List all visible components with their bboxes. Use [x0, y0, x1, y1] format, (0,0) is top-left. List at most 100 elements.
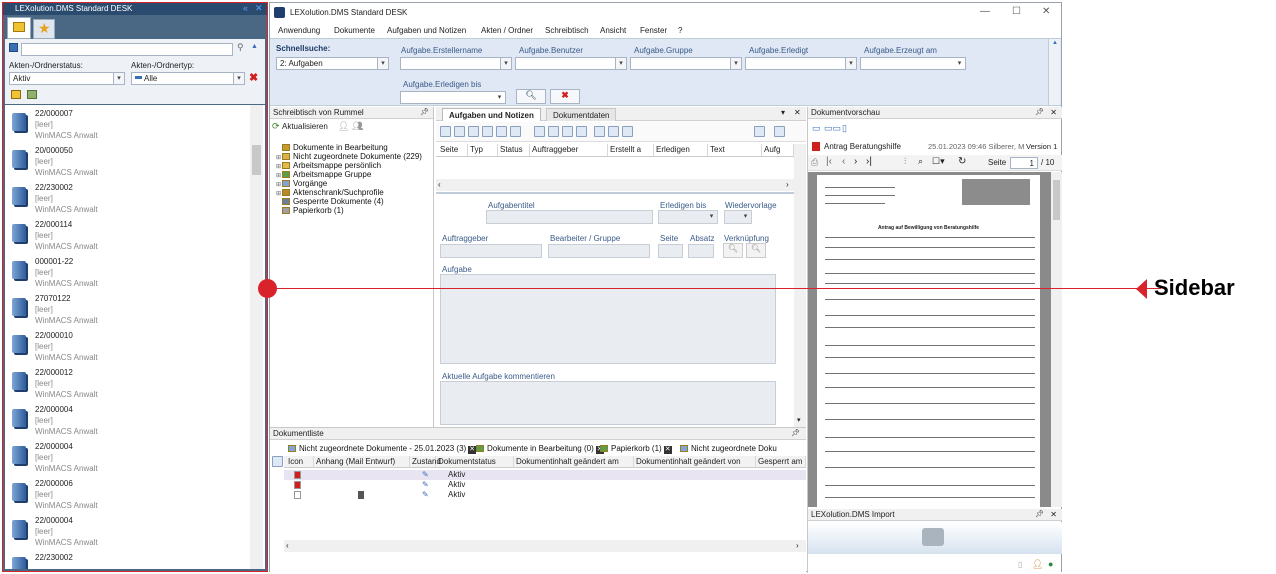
close-icon[interactable]: ✕	[255, 3, 263, 14]
splitter[interactable]	[436, 192, 794, 194]
user-group-icon[interactable]: 👥︎	[352, 121, 363, 132]
refresh-icon[interactable]: ⟳	[272, 121, 280, 132]
comment-textarea[interactable]	[440, 381, 776, 425]
tree-item[interactable]: ⊞ Aktenschrank/Suchprofile	[276, 188, 384, 197]
page-input[interactable]: 1	[1010, 157, 1038, 169]
done-select[interactable]: ▾	[745, 57, 857, 70]
save-icon[interactable]	[9, 43, 18, 52]
dropdown-icon[interactable]: ▾	[781, 108, 785, 117]
tab-tasks[interactable]: Aufgaben und Notizen	[442, 108, 541, 121]
close-icon[interactable]: ✕	[1050, 107, 1057, 119]
column-header[interactable]: Auftraggeber	[530, 144, 608, 156]
doclist-tab[interactable]: Papierkorb (1) ✕	[600, 443, 672, 455]
cut-icon[interactable]	[534, 126, 545, 137]
print-icon[interactable]: ⎙	[811, 157, 818, 168]
pin-icon[interactable]: 📌︎	[1035, 509, 1044, 521]
refresh-folder-icon[interactable]	[27, 90, 37, 99]
list-item[interactable]: 22/000007 [leer] WinMACS Anwalt	[5, 107, 260, 144]
scroll-left-icon[interactable]: ‹	[286, 541, 289, 550]
first-page-icon[interactable]: |‹	[826, 156, 832, 167]
column-header[interactable]: Zustand	[410, 456, 441, 468]
pin-icon[interactable]: 📌︎	[791, 428, 800, 440]
tree-item[interactable]: Gesperrte Dokumente (4)	[276, 197, 384, 206]
scroll-left-icon[interactable]: ‹	[438, 180, 441, 189]
type-select[interactable]: Alle ▾	[131, 72, 245, 85]
client-input[interactable]	[440, 244, 542, 258]
status-select[interactable]: Aktiv ▾	[9, 72, 125, 85]
import-dropzone[interactable]	[808, 522, 1062, 554]
scroll-right-icon[interactable]: ›	[786, 180, 789, 189]
tree-item[interactable]: Dokumente in Bearbeitung	[276, 143, 388, 152]
list-item[interactable]: 22/230002 [leer] WinMACS Anwalt	[5, 181, 260, 218]
edit-icon[interactable]: ✎	[422, 490, 429, 500]
column-header[interactable]: Erstellt a	[608, 144, 654, 156]
last-page-icon[interactable]: ›|	[866, 156, 872, 167]
globe-icon[interactable]: ●	[1048, 559, 1053, 569]
search-button[interactable]: 🔍︎	[516, 89, 546, 104]
table-row[interactable]: ✎ Aktiv	[284, 480, 806, 490]
fit-icon[interactable]: ☐▾	[932, 156, 945, 167]
menu-item[interactable]: Anwendung	[278, 26, 320, 35]
menu-item[interactable]: Dokumente	[334, 26, 375, 35]
menu-item[interactable]: ?	[678, 26, 682, 35]
due-date-input[interactable]: ▾	[400, 91, 506, 104]
tab-favorites[interactable]: ★	[33, 19, 55, 39]
close-button[interactable]: ✕	[1042, 6, 1050, 17]
export-icon[interactable]	[754, 126, 765, 137]
tree-item[interactable]: Papierkorb (1)	[276, 206, 344, 215]
menu-item[interactable]: Aufgaben und Notizen	[387, 26, 466, 35]
table-icon[interactable]	[576, 126, 587, 137]
tree-item[interactable]: ⊞ Nicht zugeordnete Dokumente (229)	[276, 152, 422, 161]
quicksearch-select[interactable]: 2: Aufgaben ▾	[276, 57, 389, 70]
column-header[interactable]: Text	[708, 144, 762, 156]
undo-icon[interactable]	[608, 126, 619, 137]
check-edit-icon[interactable]	[454, 126, 465, 137]
scroll-right-icon[interactable]: ›	[796, 541, 799, 550]
user-status-icon[interactable]: 👤︎	[1032, 559, 1043, 570]
list-item[interactable]: 22/000114 [leer] WinMACS Anwalt	[5, 218, 260, 255]
close-tab-icon[interactable]: ✕	[663, 446, 672, 454]
page-view-icon[interactable]: ▭	[812, 123, 821, 134]
due-input[interactable]: ▾	[658, 210, 718, 224]
resubmit-input[interactable]: ▾	[724, 210, 752, 224]
clear-filter-icon[interactable]: ✖	[249, 71, 258, 84]
search-options-icon[interactable]: ⚲	[237, 42, 244, 53]
tasks-vscrollbar[interactable]: ▾	[794, 144, 806, 427]
list-item[interactable]: 22/000004 [leer] WinMACS Anwalt	[5, 440, 260, 477]
task-title-input[interactable]	[486, 210, 653, 224]
sidebar-search-input[interactable]	[21, 43, 233, 56]
tab-folders[interactable]	[7, 17, 31, 39]
preview-vscrollbar[interactable]	[1051, 172, 1062, 507]
collapse-up-icon[interactable]: ▲	[1052, 40, 1058, 46]
creator-select[interactable]: ▾	[400, 57, 512, 70]
scrollbar-thumb[interactable]	[252, 145, 261, 175]
menu-item[interactable]: Akten / Ordner	[481, 26, 533, 35]
save-icon[interactable]	[594, 126, 605, 137]
column-header[interactable]: Aufg	[762, 144, 794, 156]
menu-item[interactable]: Schreibtisch	[545, 26, 589, 35]
list-item[interactable]: 22/000004 [leer] WinMACS Anwalt	[5, 514, 260, 551]
tree-item[interactable]: ⊞ Arbeitsmappe persönlich	[276, 161, 381, 170]
list-item[interactable]: 22/000004 [leer] WinMACS Anwalt	[5, 403, 260, 440]
edit-icon[interactable]: ✎	[422, 480, 429, 490]
column-header[interactable]: Dokumentinhalt geändert von	[634, 456, 756, 468]
paragraph-input[interactable]	[688, 244, 714, 258]
scrollbar-thumb[interactable]	[1053, 180, 1060, 220]
doclist-tab[interactable]: Nicht zugeordnete Dokumente - 25.01.2023…	[288, 443, 477, 455]
text-icon[interactable]: ⫶	[904, 156, 906, 167]
maximize-button[interactable]: ☐	[1012, 6, 1021, 17]
expand-icon[interactable]: ▲	[251, 43, 258, 50]
grid-view-icon[interactable]	[272, 456, 283, 467]
column-header[interactable]: Anhang (Mail Entwurf)	[314, 456, 410, 468]
tab-document-data[interactable]: Dokumentdaten	[546, 108, 617, 121]
list-item[interactable]: 20/000050 [leer] WinMACS Anwalt	[5, 144, 260, 181]
find-icon[interactable]: ⌕	[918, 156, 923, 167]
rotate-icon[interactable]: ↻	[958, 156, 966, 167]
document-icon[interactable]: ▯	[842, 123, 847, 134]
tree-item[interactable]: ⊞ Arbeitsmappe Gruppe	[276, 170, 371, 179]
user-select[interactable]: ▾	[515, 57, 627, 70]
copy-icon[interactable]	[510, 126, 521, 137]
pin-icon[interactable]: 📌︎	[1035, 107, 1044, 119]
scroll-down-icon[interactable]: ▾	[797, 416, 801, 424]
created-date-input[interactable]: ▾	[860, 57, 966, 70]
